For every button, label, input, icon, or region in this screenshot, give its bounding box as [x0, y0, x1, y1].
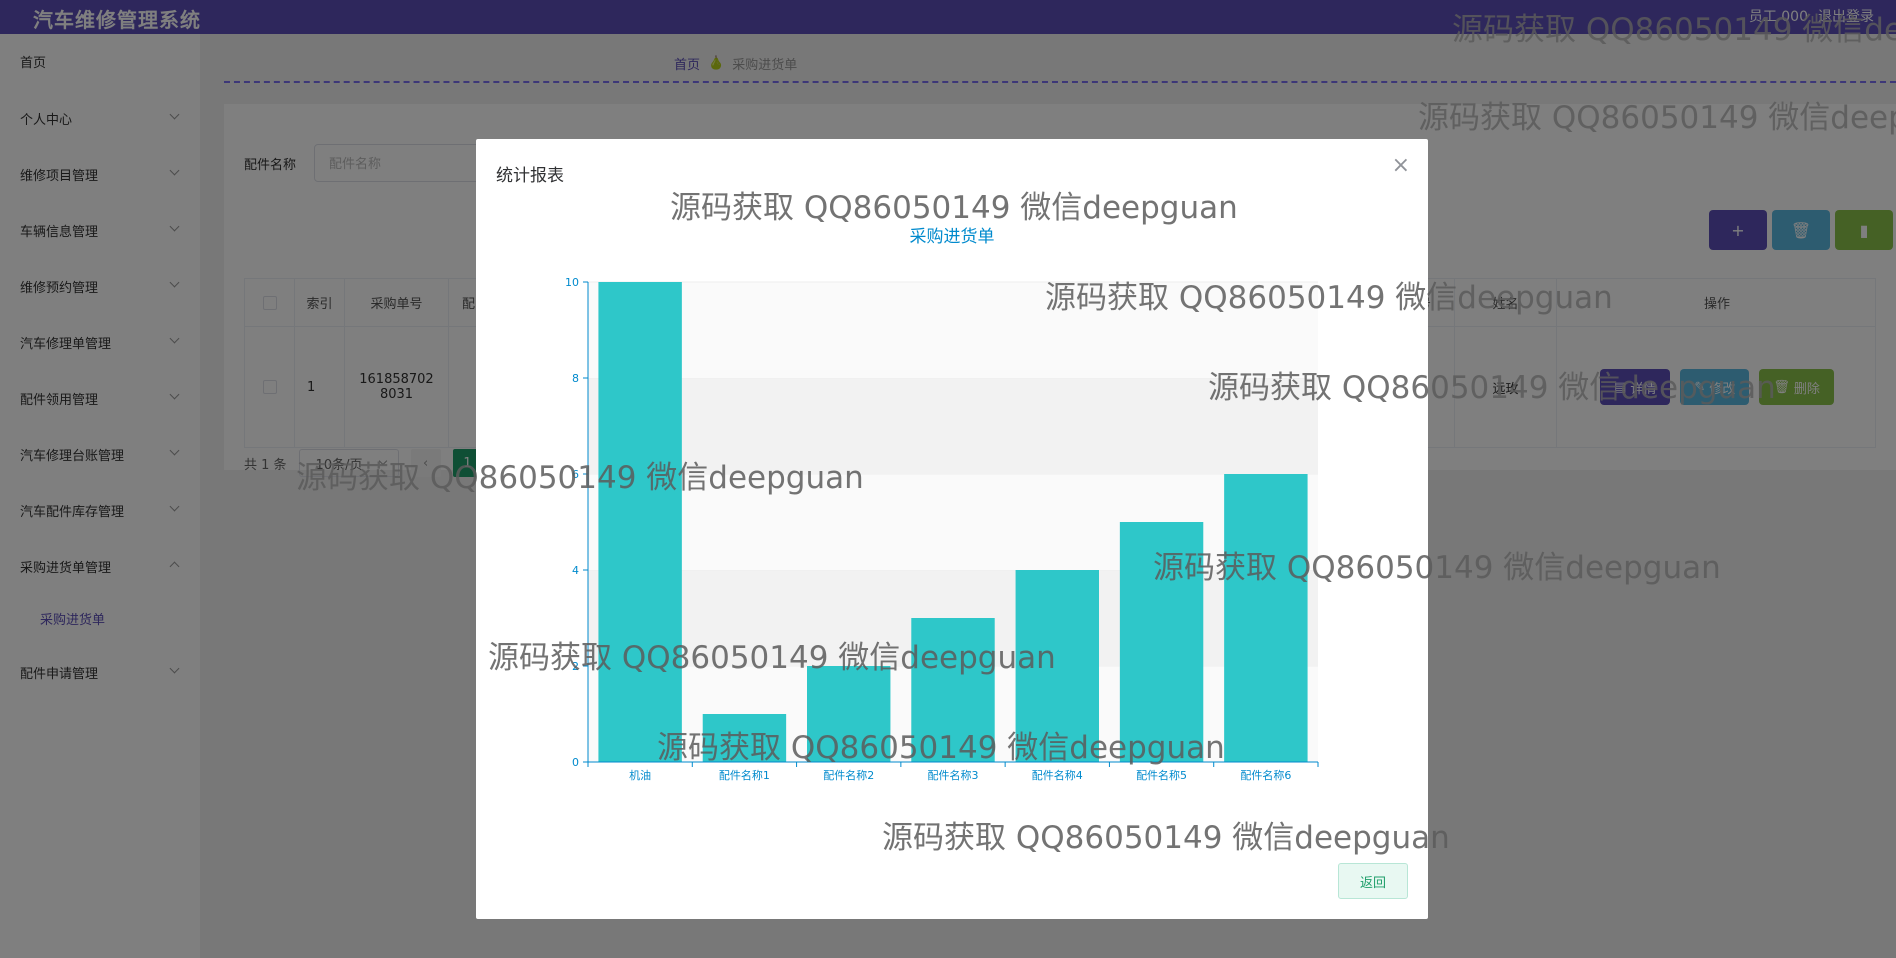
- chart-title: 采购进货单: [910, 227, 995, 247]
- grid-band: [588, 474, 1318, 570]
- grid-band: [588, 378, 1318, 474]
- y-tick-label: 4: [572, 564, 579, 577]
- x-tick-label: 配件名称4: [1032, 768, 1083, 782]
- x-tick-label: 配件名称5: [1136, 768, 1187, 782]
- chart-bar: [911, 618, 995, 762]
- chart-bar: [1224, 474, 1308, 762]
- x-tick-label: 配件名称1: [719, 768, 770, 782]
- y-tick-label: 6: [572, 468, 579, 481]
- chart-bar: [1015, 570, 1099, 762]
- return-button[interactable]: 返回: [1338, 863, 1408, 899]
- y-tick-label: 8: [572, 372, 579, 385]
- y-tick-label: 0: [572, 756, 579, 769]
- statistics-dialog: 统计报表 × 采购进货单 0 2 4 6 8 10 机油 配件名称1 配件名称2 配件名称3 配件名…: [476, 139, 1428, 919]
- y-tick-label: 2: [572, 660, 579, 673]
- x-tick-label: 配件名称3: [928, 768, 979, 782]
- x-tick-label: 配件名称6: [1240, 768, 1291, 782]
- grid-band: [588, 282, 1318, 378]
- chart-bar: [598, 282, 682, 762]
- chart-bar: [702, 714, 787, 762]
- y-tick-label: 10: [565, 276, 579, 289]
- chart-bar: [807, 666, 891, 762]
- x-tick-label: 机油: [629, 768, 651, 782]
- chart-bar: [1119, 522, 1204, 762]
- x-tick-label: 配件名称2: [823, 768, 874, 782]
- bar-chart: 采购进货单 0 2 4 6 8 10 机油 配件名称1 配件名称2 配件名称3 配件名称4 配件名称5…: [565, 227, 1319, 782]
